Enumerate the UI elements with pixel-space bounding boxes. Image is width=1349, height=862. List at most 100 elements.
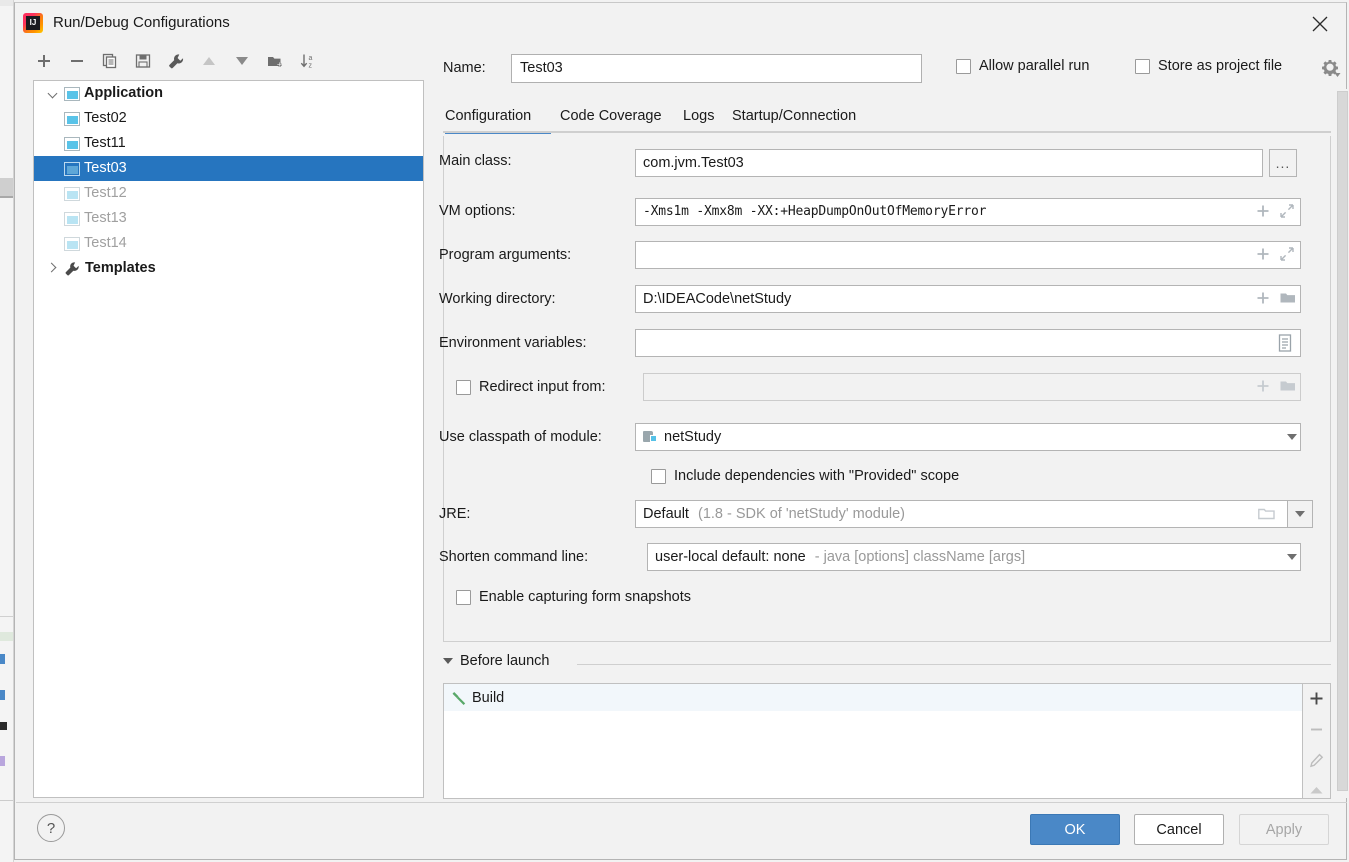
redirect-input-from-input <box>643 373 1301 401</box>
plus-icon[interactable] <box>1256 247 1270 266</box>
gear-icon[interactable] <box>1321 59 1341 79</box>
expand-icon[interactable] <box>1280 204 1294 223</box>
close-icon[interactable] <box>1300 9 1340 37</box>
tree-item-label: Test12 <box>84 185 127 201</box>
dialog-titlebar: Run/Debug Configurations <box>15 3 1346 43</box>
wrench-icon[interactable] <box>163 48 189 74</box>
tree-item-label: Test11 <box>84 135 126 151</box>
tab-startup-connection[interactable]: Startup/Connection <box>732 103 856 134</box>
remove-task-button[interactable] <box>1303 715 1330 744</box>
before-launch-list[interactable]: Build <box>443 683 1303 799</box>
plus-icon[interactable] <box>1256 204 1270 223</box>
plus-icon[interactable] <box>1256 291 1270 310</box>
move-task-up-button[interactable] <box>1303 775 1330 804</box>
use-classpath-of-module-combobox[interactable]: netStudy <box>635 423 1301 451</box>
configurations-tree[interactable]: Application Test02 Test11 Test03 Test12 <box>33 80 424 798</box>
redirect-input-from-checkbox[interactable]: Redirect input from: <box>456 379 606 395</box>
tree-item-label: Test13 <box>84 210 127 226</box>
tree-item-test11[interactable]: Test11 <box>34 131 423 156</box>
expand-icon[interactable] <box>1280 247 1294 266</box>
use-classpath-of-module-value: netStudy <box>664 429 722 445</box>
module-icon <box>643 430 658 443</box>
name-input[interactable]: Test03 <box>511 54 922 83</box>
checkbox-box[interactable] <box>651 468 666 484</box>
tree-group-label: Templates <box>85 260 156 276</box>
dialog-frame: Run/Debug Configurations <box>14 2 1349 860</box>
before-launch-header[interactable]: Before launch <box>443 653 549 669</box>
folder-add-icon[interactable] <box>262 48 288 74</box>
svg-text:a: a <box>308 55 312 62</box>
main-class-browse-button[interactable]: ... <box>1269 149 1297 177</box>
triangle-down-icon[interactable] <box>443 658 453 664</box>
allow-parallel-run-label: Allow parallel run <box>979 58 1090 74</box>
tree-item-test03[interactable]: Test03 <box>34 156 423 181</box>
save-configuration-button[interactable] <box>130 48 156 74</box>
copy-configuration-button[interactable] <box>97 48 123 74</box>
configurations-toolbar: a z <box>23 45 419 77</box>
vertical-scrollbar[interactable] <box>1336 89 1349 798</box>
tree-item-test14[interactable]: Test14 <box>34 231 423 256</box>
jre-dropdown-button[interactable] <box>1287 500 1313 528</box>
ok-button[interactable]: OK <box>1030 814 1120 845</box>
intellij-idea-icon <box>23 13 43 33</box>
working-directory-input[interactable]: D:\IDEACode\netStudy <box>635 285 1301 313</box>
tab-configuration[interactable]: Configuration <box>445 103 551 134</box>
pencil-icon[interactable] <box>1303 746 1330 775</box>
tree-group-templates[interactable]: Templates <box>34 256 423 281</box>
scrollbar-thumb[interactable] <box>1337 91 1348 791</box>
tab-logs[interactable]: Logs <box>683 103 714 134</box>
vm-options-input[interactable]: -Xms1m -Xmx8m -XX:+HeapDumpOnOutOfMemory… <box>635 198 1301 226</box>
name-label: Name: <box>443 60 486 76</box>
include-provided-scope-checkbox[interactable]: Include dependencies with "Provided" sco… <box>651 468 959 484</box>
chevron-down-icon[interactable] <box>40 89 64 98</box>
cancel-button[interactable]: Cancel <box>1134 814 1224 845</box>
tab-label: Configuration <box>445 108 532 124</box>
sort-alphabetically-icon[interactable]: a z <box>295 48 321 74</box>
application-icon <box>64 161 80 176</box>
list-edit-icon[interactable] <box>1277 334 1293 357</box>
shorten-command-line-value: user-local default: none <box>655 549 806 565</box>
chevron-right-icon[interactable] <box>40 264 64 273</box>
environment-variables-input[interactable] <box>635 329 1301 357</box>
enable-form-snapshots-label: Enable capturing form snapshots <box>479 589 691 605</box>
store-as-project-file-label: Store as project file <box>1158 58 1283 74</box>
tree-group-application[interactable]: Application <box>34 81 423 106</box>
chevron-down-icon[interactable] <box>1283 423 1301 451</box>
tab-baseline <box>443 131 1331 133</box>
store-as-project-file-checkbox[interactable]: Store as project file <box>1135 58 1282 74</box>
enable-form-snapshots-checkbox[interactable]: Enable capturing form snapshots <box>456 589 691 605</box>
before-launch-item-label: Build <box>472 689 505 706</box>
chevron-down-icon[interactable] <box>1283 543 1301 571</box>
allow-parallel-run-checkbox[interactable]: Allow parallel run <box>956 58 1089 74</box>
shorten-command-line-combobox[interactable]: user-local default: none - java [options… <box>647 543 1301 571</box>
tree-item-test12[interactable]: Test12 <box>34 181 423 206</box>
checkbox-box[interactable] <box>1135 58 1150 74</box>
remove-configuration-button[interactable] <box>64 48 90 74</box>
folder-icon[interactable] <box>1253 500 1279 528</box>
checkbox-box[interactable] <box>456 379 471 395</box>
tab-code-coverage[interactable]: Code Coverage <box>560 103 662 134</box>
ok-label: OK <box>1064 821 1086 838</box>
chevron-down-icon <box>1295 511 1305 517</box>
move-down-button[interactable] <box>229 48 255 74</box>
environment-variables-label: Environment variables: <box>439 335 587 351</box>
add-configuration-button[interactable] <box>31 48 57 74</box>
list-item[interactable]: Build <box>444 684 1302 711</box>
help-icon[interactable]: ? <box>37 814 65 842</box>
apply-button[interactable]: Apply <box>1239 814 1329 845</box>
tree-item-test02[interactable]: Test02 <box>34 106 423 131</box>
program-arguments-input[interactable] <box>635 241 1301 269</box>
background-strip <box>0 0 14 862</box>
move-up-button[interactable] <box>196 48 222 74</box>
add-task-button[interactable] <box>1303 684 1330 713</box>
apply-label: Apply <box>1265 821 1303 838</box>
working-directory-label: Working directory: <box>439 291 556 307</box>
checkbox-box[interactable] <box>956 58 971 74</box>
use-classpath-of-module-label: Use classpath of module: <box>439 429 602 445</box>
main-class-input[interactable]: com.jvm.Test03 <box>635 149 1263 177</box>
folder-icon[interactable] <box>1280 291 1296 310</box>
tree-item-test13[interactable]: Test13 <box>34 206 423 231</box>
jre-combobox[interactable]: Default (1.8 - SDK of 'netStudy' module) <box>635 500 1301 528</box>
folder-icon <box>1280 379 1296 398</box>
checkbox-box[interactable] <box>456 589 471 605</box>
